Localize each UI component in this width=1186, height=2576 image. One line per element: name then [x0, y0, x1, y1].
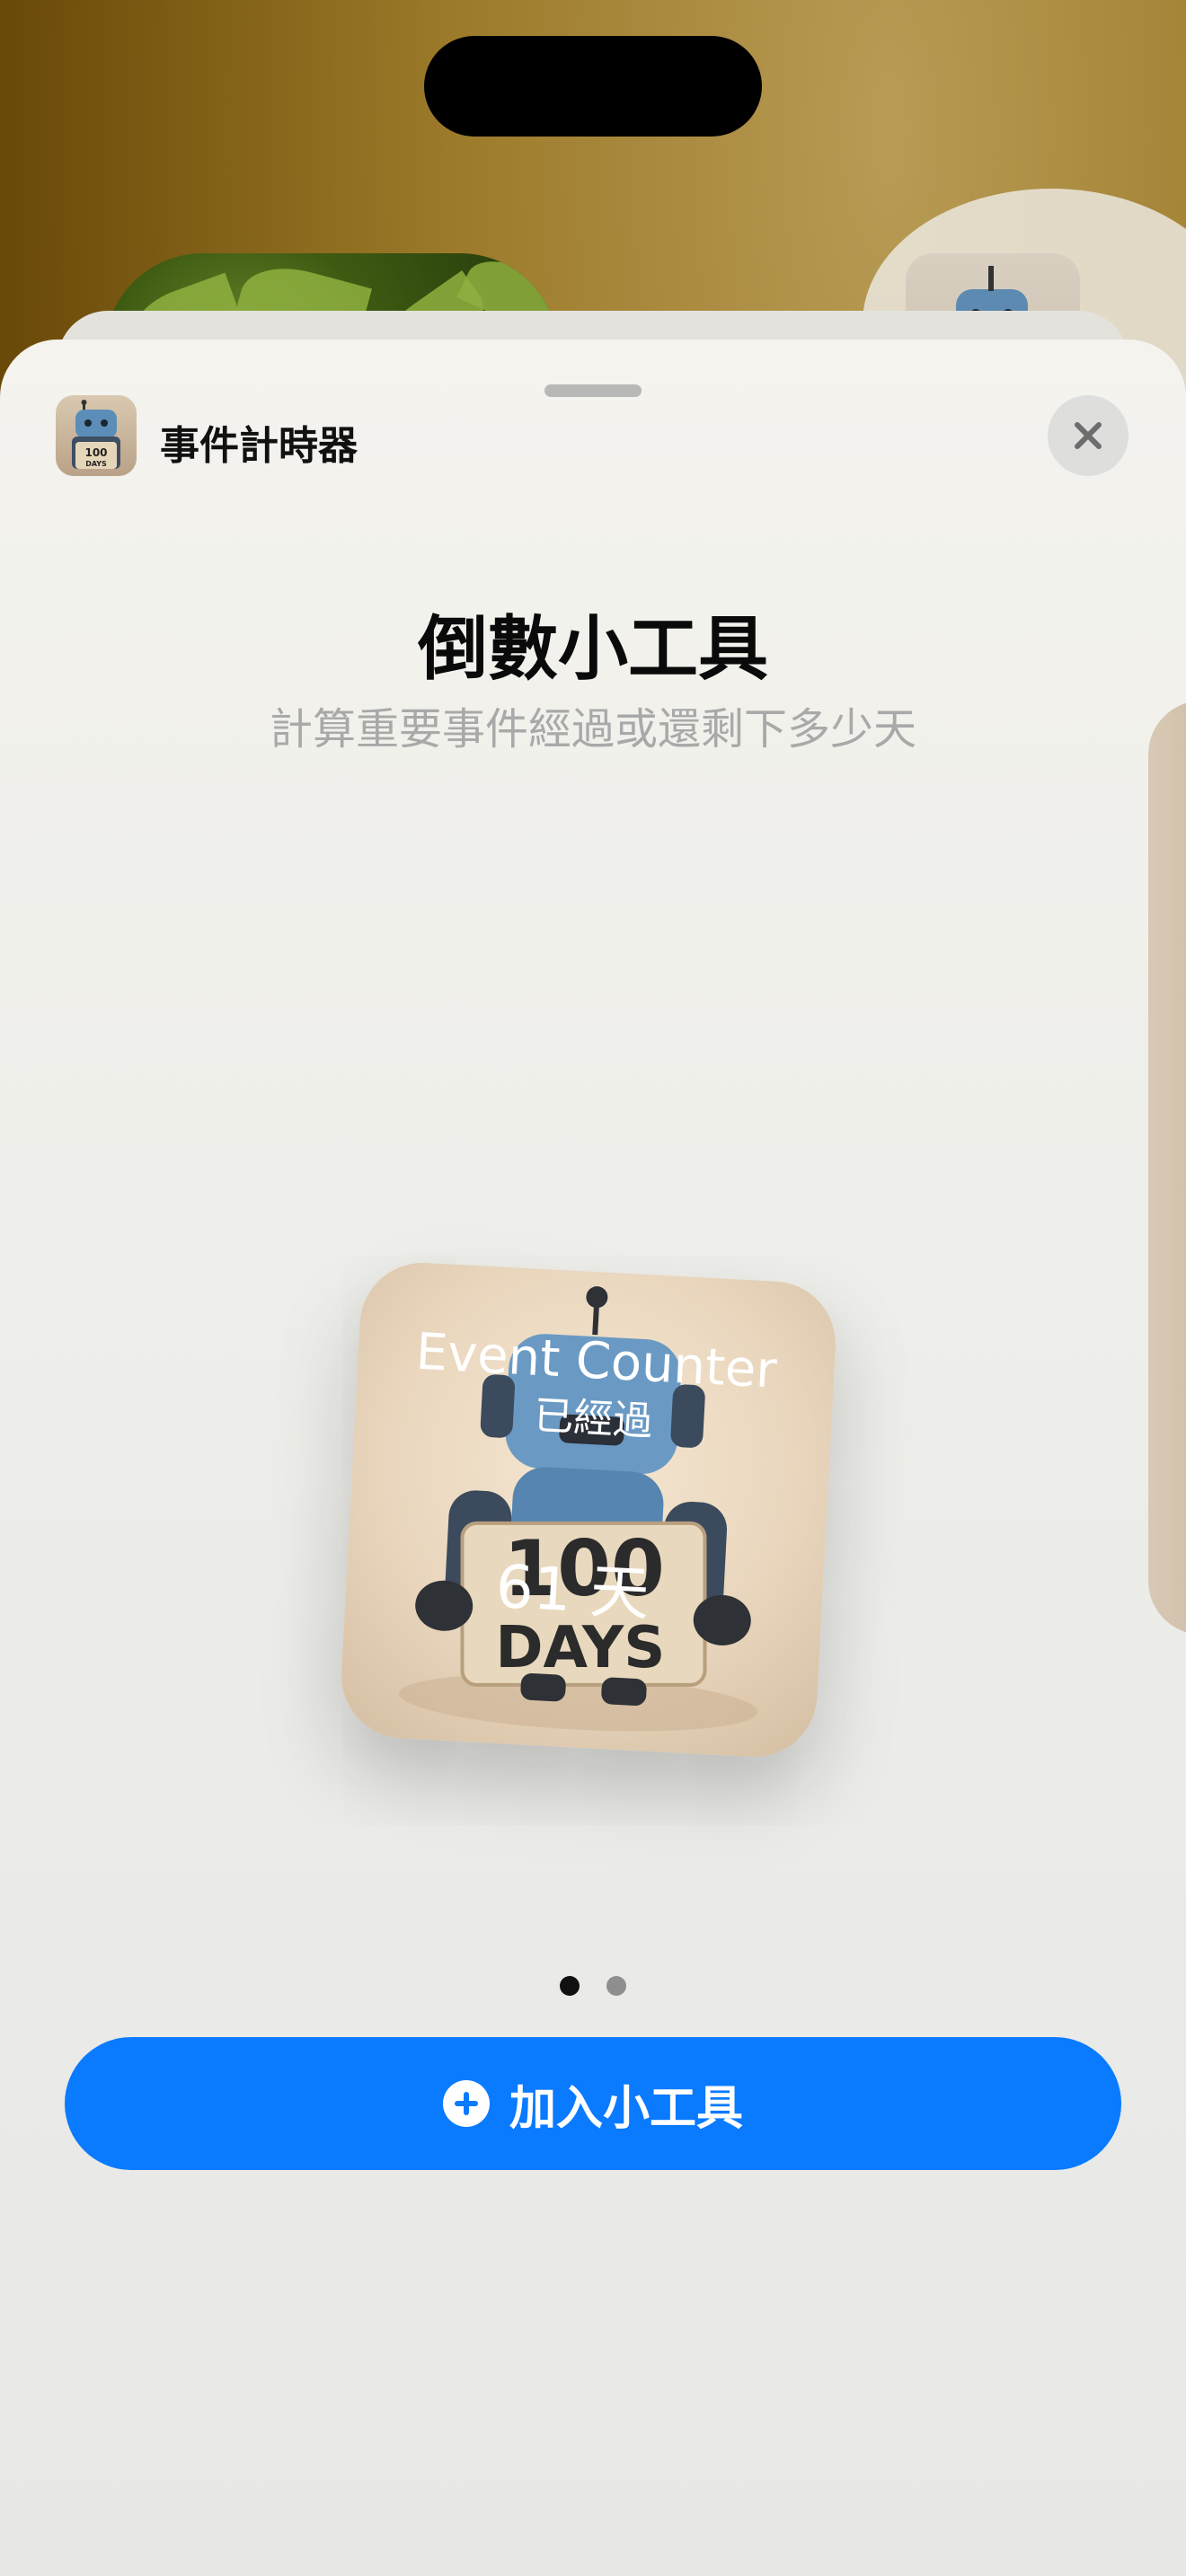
widget-count: 61 天	[494, 1552, 651, 1629]
next-widget-preview[interactable]	[1148, 701, 1186, 1635]
robot-100-days-icon: 100 DAYS	[56, 395, 137, 476]
svg-text:DAYS: DAYS	[85, 460, 107, 468]
close-icon	[1075, 422, 1102, 449]
robot-illustration: 100 DAYS Event Counter 已經過 61 天	[399, 1286, 779, 1732]
svg-text:100: 100	[84, 446, 107, 459]
sheet-grabber[interactable]	[544, 384, 642, 397]
widget-gallery-sheet: 100 DAYS 事件計時器 倒數小工具 計算重要事件經過或還剩下多少天 100…	[0, 340, 1186, 2576]
app-name: 事件計時器	[160, 423, 358, 469]
dynamic-island	[424, 36, 762, 137]
widget-preview[interactable]: 100 DAYS Event Counter 已經過 61 天	[338, 1259, 839, 1760]
event-counter-widget: 100 DAYS Event Counter 已經過 61 天	[338, 1259, 839, 1760]
close-button[interactable]	[1048, 395, 1128, 476]
page-subtitle: 計算重要事件經過或還剩下多少天	[269, 704, 916, 754]
add-widget-label: 加入小工具	[509, 2081, 743, 2136]
add-widget-button[interactable]: 加入小工具	[65, 2037, 1121, 2170]
widget-title: Event Counter	[414, 1323, 779, 1400]
page-title: 倒數小工具	[417, 609, 768, 690]
widget-status: 已經過	[533, 1393, 653, 1445]
plus-circle-icon	[442, 2080, 490, 2127]
screen: 100 DAYS 事件計時器 倒數小工具 計算重要事件經過或還剩下多少天 100…	[0, 0, 1186, 2576]
page-dot-2[interactable]	[606, 1976, 626, 1996]
page-dot-1[interactable]	[560, 1976, 580, 1996]
page-indicator[interactable]	[0, 1976, 1186, 1996]
